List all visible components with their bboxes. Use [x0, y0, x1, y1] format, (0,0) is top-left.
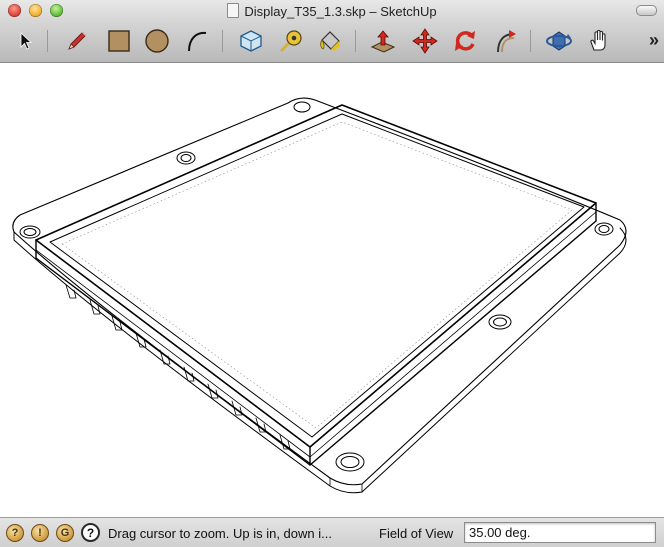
window-title: Display_T35_1.3.skp – SketchUp	[244, 4, 437, 19]
push-pull-tool-button[interactable]	[368, 26, 398, 56]
mounting-holes	[19, 101, 614, 472]
pan-tool-button[interactable]	[585, 26, 615, 56]
make-component-tool-button[interactable]	[236, 26, 266, 56]
arrow-cursor-icon	[20, 32, 33, 50]
rotate-tool-button[interactable]	[450, 26, 480, 56]
toolbar-overflow-button[interactable]: »	[649, 30, 659, 51]
paint-bucket-icon	[320, 31, 340, 51]
status-message: Drag cursor to zoom. Up is in, down i...	[108, 526, 332, 541]
rectangle-tool-button[interactable]	[104, 26, 134, 56]
circle-tool-button[interactable]	[142, 26, 172, 56]
rotate-icon	[455, 31, 475, 51]
toolbar-toggle-button[interactable]	[636, 5, 657, 16]
display-screen	[61, 121, 573, 429]
orbit-tool-button[interactable]	[544, 26, 574, 56]
component-box-icon	[240, 30, 262, 52]
move-tool-button[interactable]	[410, 26, 440, 56]
follow-me-icon	[497, 30, 516, 53]
measurements-input[interactable]	[464, 522, 656, 543]
pencil-icon	[68, 32, 86, 50]
follow-me-tool-button[interactable]	[490, 26, 520, 56]
google-account-icon[interactable]: G	[56, 524, 74, 542]
geo-location-icon[interactable]: ?	[6, 524, 24, 542]
model-viewport[interactable]	[0, 63, 664, 517]
tape-measure-tool-button[interactable]	[276, 26, 306, 56]
tape-measure-icon	[279, 30, 302, 53]
line-tool-button[interactable]	[62, 26, 92, 56]
help-button[interactable]: ?	[81, 523, 100, 542]
circle-icon	[145, 29, 169, 53]
move-arrows-icon	[412, 28, 438, 54]
orbit-icon	[546, 31, 572, 51]
window-chrome: Display_T35_1.3.skp – SketchUp »	[0, 0, 664, 63]
toolbar-separator	[355, 30, 356, 52]
toolbar-separator	[47, 30, 48, 52]
credits-icon[interactable]: !	[31, 524, 49, 542]
circuit-board	[12, 97, 627, 494]
arc-tool-button[interactable]	[182, 26, 212, 56]
hand-icon	[590, 29, 606, 51]
arc-icon	[188, 31, 207, 52]
measurements-label: Field of View	[379, 526, 454, 541]
title-bar[interactable]: Display_T35_1.3.skp – SketchUp	[0, 0, 664, 22]
select-tool-button[interactable]	[10, 26, 40, 56]
toolbar: »	[0, 24, 664, 60]
display-frame	[35, 104, 597, 466]
window-title-area: Display_T35_1.3.skp – SketchUp	[0, 3, 664, 19]
status-bar: ? ! G ? Drag cursor to zoom. Up is in, d…	[0, 517, 664, 547]
document-proxy-icon[interactable]	[227, 3, 240, 18]
push-pull-icon	[370, 30, 396, 53]
toolbar-separator	[222, 30, 223, 52]
rectangle-icon	[108, 30, 130, 52]
paint-bucket-tool-button[interactable]	[315, 26, 345, 56]
toolbar-separator	[530, 30, 531, 52]
drawing-area[interactable]	[0, 63, 664, 517]
